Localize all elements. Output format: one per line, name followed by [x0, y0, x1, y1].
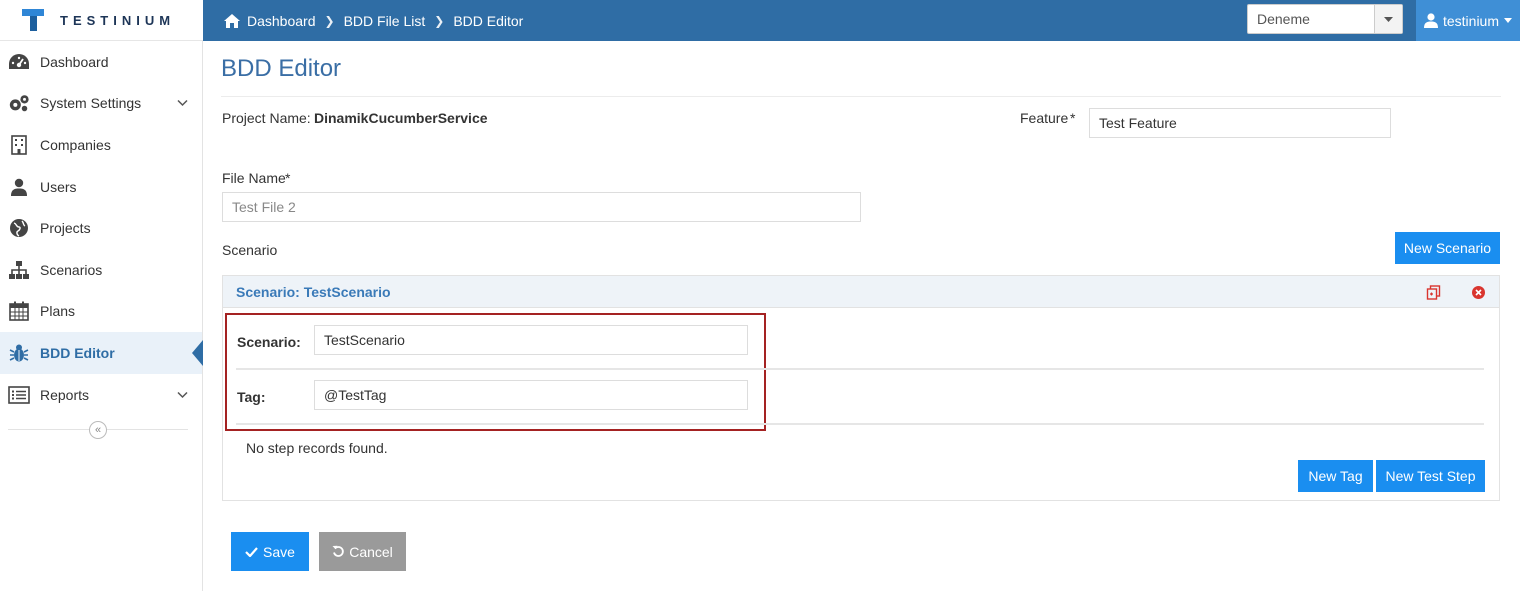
- new-scenario-button[interactable]: New Scenario: [1395, 232, 1500, 264]
- sidebar-item-scenarios[interactable]: Scenarios: [0, 249, 202, 291]
- sidebar-item-plans[interactable]: Plans: [0, 291, 202, 333]
- project-select-value: Deneme: [1257, 11, 1310, 27]
- save-button[interactable]: Save: [231, 532, 309, 571]
- tag-input-value: @TestTag: [324, 387, 387, 403]
- scenario-section-label: Scenario: [222, 242, 278, 258]
- sidebar: Dashboard System Settings Companies User…: [0, 41, 203, 591]
- title-divider: [221, 96, 1501, 97]
- scenario-panel-header[interactable]: Scenario: TestScenario: [223, 276, 1499, 308]
- sitemap-icon: [8, 259, 30, 281]
- gears-icon: [8, 92, 30, 114]
- sidebar-item-label: Companies: [40, 136, 111, 153]
- project-name-value: DinamikCucumberService: [314, 110, 488, 126]
- scenario-name-input-value: TestScenario: [324, 332, 405, 348]
- top-bar: TESTINIUM Dashboard ❯ BDD File List ❯ BD…: [0, 0, 1520, 41]
- save-button-label: Save: [263, 543, 295, 560]
- sidebar-item-users[interactable]: Users: [0, 166, 202, 208]
- sidebar-item-dashboard[interactable]: Dashboard: [0, 41, 202, 83]
- chevron-right-icon: ❯: [434, 13, 445, 28]
- copy-icon[interactable]: [1426, 285, 1441, 300]
- chevron-down-icon: [177, 391, 188, 398]
- sidebar-item-label: Scenarios: [40, 261, 103, 278]
- sidebar-item-projects[interactable]: Projects: [0, 207, 202, 249]
- testinium-logo-icon: [22, 9, 44, 31]
- breadcrumb-bdd-file-list[interactable]: BDD File List: [344, 13, 426, 29]
- app-root: TESTINIUM Dashboard ❯ BDD File List ❯ BD…: [0, 0, 1520, 591]
- feature-input-value: Test Feature: [1099, 115, 1177, 131]
- globe-icon: [8, 217, 30, 239]
- feature-input[interactable]: Test Feature: [1089, 108, 1391, 138]
- user-menu[interactable]: testinium: [1416, 0, 1520, 41]
- sidebar-item-bdd-editor[interactable]: BDD Editor: [0, 332, 202, 374]
- scenario-row-divider: [236, 368, 1484, 370]
- feature-required-mark: *: [1070, 110, 1076, 126]
- new-test-step-button[interactable]: New Test Step: [1376, 460, 1485, 492]
- dashboard-icon: [8, 51, 30, 73]
- scenario-field-label: Scenario:: [237, 334, 301, 350]
- user-icon: [8, 176, 30, 198]
- sidebar-item-label: Plans: [40, 303, 76, 320]
- home-icon: [224, 13, 240, 28]
- caret-down-icon: [1504, 18, 1513, 23]
- file-name-input-value: Test File 2: [232, 199, 296, 215]
- tag-input[interactable]: @TestTag: [314, 380, 748, 410]
- project-name-label: Project Name:: [222, 110, 311, 126]
- sidebar-collapse-divider: «: [8, 421, 188, 445]
- brand-name: TESTINIUM: [60, 12, 176, 28]
- calendar-icon: [8, 300, 30, 322]
- sidebar-item-reports[interactable]: Reports: [0, 374, 202, 416]
- chevron-down-icon: [177, 100, 188, 107]
- sidebar-item-label: BDD Editor: [40, 344, 115, 361]
- breadcrumb: Dashboard ❯ BDD File List ❯ BDD Editor: [223, 0, 523, 41]
- chevron-right-icon: ❯: [324, 13, 335, 28]
- user-icon: [1423, 13, 1438, 28]
- scenario-name-input[interactable]: TestScenario: [314, 325, 748, 355]
- navbar: Dashboard ❯ BDD File List ❯ BDD Editor D…: [203, 0, 1520, 41]
- brand-logo[interactable]: TESTINIUM: [0, 0, 203, 41]
- user-name: testinium: [1442, 12, 1500, 29]
- cancel-button[interactable]: Cancel: [319, 532, 406, 571]
- list-icon: [8, 384, 30, 406]
- sidebar-item-system-settings[interactable]: System Settings: [0, 83, 202, 125]
- tag-field-label: Tag:: [237, 389, 266, 405]
- file-name-required-mark: *: [285, 170, 291, 186]
- sidebar-item-label: Dashboard: [40, 53, 109, 70]
- file-name-label: File Name: [222, 170, 286, 186]
- feature-label: Feature: [1020, 110, 1069, 126]
- undo-icon: [332, 545, 344, 557]
- main-content: BDD Editor Project Name: DinamikCucumber…: [203, 41, 1520, 591]
- sidebar-item-label: Reports: [40, 386, 90, 403]
- check-icon: [245, 546, 258, 557]
- file-name-input[interactable]: Test File 2: [222, 192, 861, 222]
- sidebar-item-label: Projects: [40, 220, 91, 237]
- sidebar-item-label: Users: [40, 178, 77, 195]
- bug-icon: [8, 342, 30, 364]
- sidebar-item-companies[interactable]: Companies: [0, 124, 202, 166]
- breadcrumb-bdd-editor: BDD Editor: [453, 12, 524, 29]
- double-chevron-left-icon[interactable]: «: [89, 421, 107, 440]
- tag-row-divider: [236, 423, 1484, 425]
- new-tag-button[interactable]: New Tag: [1298, 460, 1373, 492]
- project-select[interactable]: Deneme: [1247, 4, 1403, 34]
- breadcrumb-dashboard[interactable]: Dashboard: [247, 13, 316, 29]
- sidebar-item-label: System Settings: [40, 95, 142, 112]
- building-icon: [8, 134, 30, 156]
- page-title: BDD Editor: [221, 55, 342, 82]
- close-circle-icon[interactable]: [1472, 286, 1485, 299]
- scenario-panel-title: Scenario: TestScenario: [236, 283, 391, 300]
- cancel-button-label: Cancel: [349, 543, 393, 560]
- empty-steps-message: No step records found.: [246, 440, 388, 456]
- select-caret-icon[interactable]: [1374, 5, 1402, 33]
